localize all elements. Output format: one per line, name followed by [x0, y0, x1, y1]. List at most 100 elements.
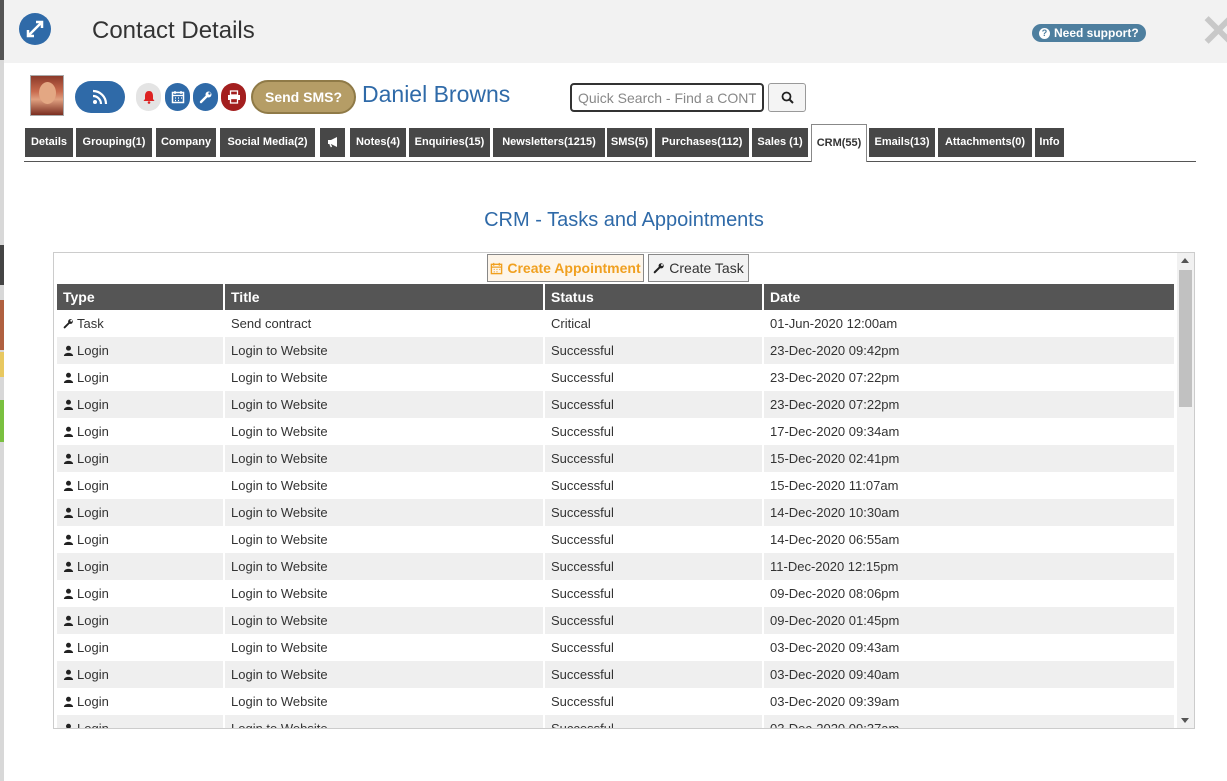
cell-date: 01-Jun-2020 12:00am [770, 316, 898, 331]
cell-title: Login to Website [225, 499, 543, 526]
crm-table-panel: Create Appointment Create Task Type Titl… [53, 252, 1195, 729]
cell-title: Login to Website [225, 715, 543, 728]
tab-emails[interactable]: Emails(13) [869, 128, 935, 157]
tab-notes[interactable]: Notes(4) [350, 128, 406, 157]
cell-date: 23-Dec-2020 07:22pm [764, 391, 1174, 418]
tab-purchases[interactable]: Purchases(112) [655, 128, 749, 157]
tab-social-media[interactable]: Social Media(2) [220, 128, 315, 157]
cell-type: Login [57, 634, 223, 661]
settings-button[interactable] [193, 83, 218, 111]
user-icon [63, 642, 74, 653]
create-task-label: Create Task [669, 260, 744, 276]
cell-status: Successful [545, 661, 762, 688]
cell-title: Login to Website [231, 424, 328, 439]
tab-attachments[interactable]: Attachments(0) [938, 128, 1032, 157]
cell-date: 14-Dec-2020 06:55am [770, 532, 900, 547]
vertical-scrollbar[interactable] [1177, 253, 1194, 728]
cell-status: Successful [545, 607, 762, 634]
cell-type: Login [57, 364, 223, 391]
cell-title: Login to Website [231, 370, 328, 385]
type-label: Login [77, 694, 109, 709]
cell-title: Send contract [231, 316, 312, 331]
column-header-title[interactable]: Title [225, 284, 543, 310]
cell-type: Login [57, 472, 223, 499]
rss-button[interactable] [75, 81, 125, 113]
background-page-strip [0, 0, 4, 781]
tab-company[interactable]: Company [156, 128, 216, 157]
table-row[interactable]: Login Login to Website Successful 11-Dec-20… [57, 553, 1174, 580]
cell-status: Successful [551, 370, 614, 385]
table-row[interactable]: Login Login to Website Successful 15-Dec-20… [57, 472, 1174, 499]
table-row[interactable]: Login Login to Website Successful 14-Dec-20… [57, 526, 1174, 553]
tab-info[interactable]: Info [1035, 128, 1064, 157]
scroll-down-icon[interactable] [1181, 718, 1189, 723]
scroll-thumb[interactable] [1179, 270, 1192, 407]
rss-icon [92, 89, 108, 105]
cell-date: 03-Dec-2020 09:43am [770, 640, 900, 655]
tab-sales[interactable]: Sales (1) [752, 128, 808, 157]
cell-type: Login [57, 688, 223, 715]
table-row[interactable]: Login Login to Website Successful 15-Dec-20… [57, 445, 1174, 472]
scroll-up-icon[interactable] [1181, 258, 1189, 263]
cell-type: Login [57, 661, 223, 688]
table-row[interactable]: Login Login to Website Successful 03-Dec-20… [57, 634, 1174, 661]
table-row[interactable]: Login Login to Website Successful 09-Dec-20… [57, 607, 1174, 634]
print-button[interactable] [221, 83, 246, 111]
column-header-date[interactable]: Date [764, 284, 1174, 310]
bell-icon [143, 91, 154, 104]
wrench-icon [199, 91, 211, 104]
table-row[interactable]: Task Send contract Critical 01-Jun-2020 12:… [57, 310, 1174, 337]
calendar-button[interactable] [165, 83, 190, 111]
cell-type: Login [57, 580, 223, 607]
table-row[interactable]: Login Login to Website Successful 03-Dec-20… [57, 688, 1174, 715]
expand-icon [26, 20, 44, 38]
section-title: CRM - Tasks and Appointments [484, 209, 764, 231]
cell-status: Successful [551, 694, 614, 709]
cell-type: Login [57, 526, 223, 553]
table-row[interactable]: Login Login to Website Successful 23-Dec-20… [57, 337, 1174, 364]
cell-type: Login [57, 418, 223, 445]
table-row[interactable]: Login Login to Website Successful 03-Dec-20… [57, 715, 1174, 728]
quick-search-input[interactable] [570, 83, 764, 112]
user-icon [63, 426, 74, 437]
user-icon [63, 669, 74, 680]
cell-title: Login to Website [231, 640, 328, 655]
user-icon [63, 345, 74, 356]
modal-header: Contact Details ? Need support? ✕ [4, 0, 1227, 63]
type-label: Login [77, 424, 109, 439]
contact-name[interactable]: Daniel Browns [362, 81, 510, 108]
tab-details[interactable]: Details [25, 128, 73, 157]
close-button[interactable]: ✕ [1200, 10, 1227, 54]
wrench-icon [63, 318, 74, 329]
notification-button[interactable] [136, 83, 161, 111]
send-sms-button[interactable]: Send SMS? [251, 80, 356, 114]
cell-date: 17-Dec-2020 09:34am [770, 424, 900, 439]
cell-date: 03-Dec-2020 09:39am [770, 694, 900, 709]
tab-newsletters[interactable]: Newsletters(1215) [493, 128, 605, 157]
tab-crm[interactable]: CRM(55) [811, 124, 867, 162]
create-appointment-button[interactable]: Create Appointment [487, 254, 644, 282]
tab-grouping[interactable]: Grouping(1) [76, 128, 152, 157]
table-row[interactable]: Login Login to Website Successful 17-Dec-20… [57, 418, 1174, 445]
column-header-type[interactable]: Type [57, 284, 223, 310]
tab-sms[interactable]: SMS(5) [607, 128, 652, 157]
create-task-button[interactable]: Create Task [648, 254, 749, 282]
cell-status: Successful [551, 478, 614, 493]
cell-title: Login to Website [231, 478, 328, 493]
table-row[interactable]: Login Login to Website Successful 23-Dec-20… [57, 391, 1174, 418]
tab-campaigns[interactable] [320, 128, 345, 157]
cell-type: Login [57, 715, 223, 728]
expand-button[interactable] [19, 13, 51, 45]
column-header-status[interactable]: Status [545, 284, 762, 310]
table-row[interactable]: Login Login to Website Successful 14-Dec-20… [57, 499, 1174, 526]
table-row[interactable]: Login Login to Website Successful 23-Dec-20… [57, 364, 1174, 391]
need-support-link[interactable]: ? Need support? [1032, 24, 1146, 42]
cell-title: Login to Website [231, 694, 328, 709]
search-button[interactable] [768, 83, 806, 112]
tab-enquiries[interactable]: Enquiries(15) [409, 128, 490, 157]
table-row[interactable]: Login Login to Website Successful 09-Dec-20… [57, 580, 1174, 607]
wrench-icon [653, 263, 664, 274]
user-icon [63, 507, 74, 518]
search-icon [781, 91, 794, 104]
table-row[interactable]: Login Login to Website Successful 03-Dec-20… [57, 661, 1174, 688]
